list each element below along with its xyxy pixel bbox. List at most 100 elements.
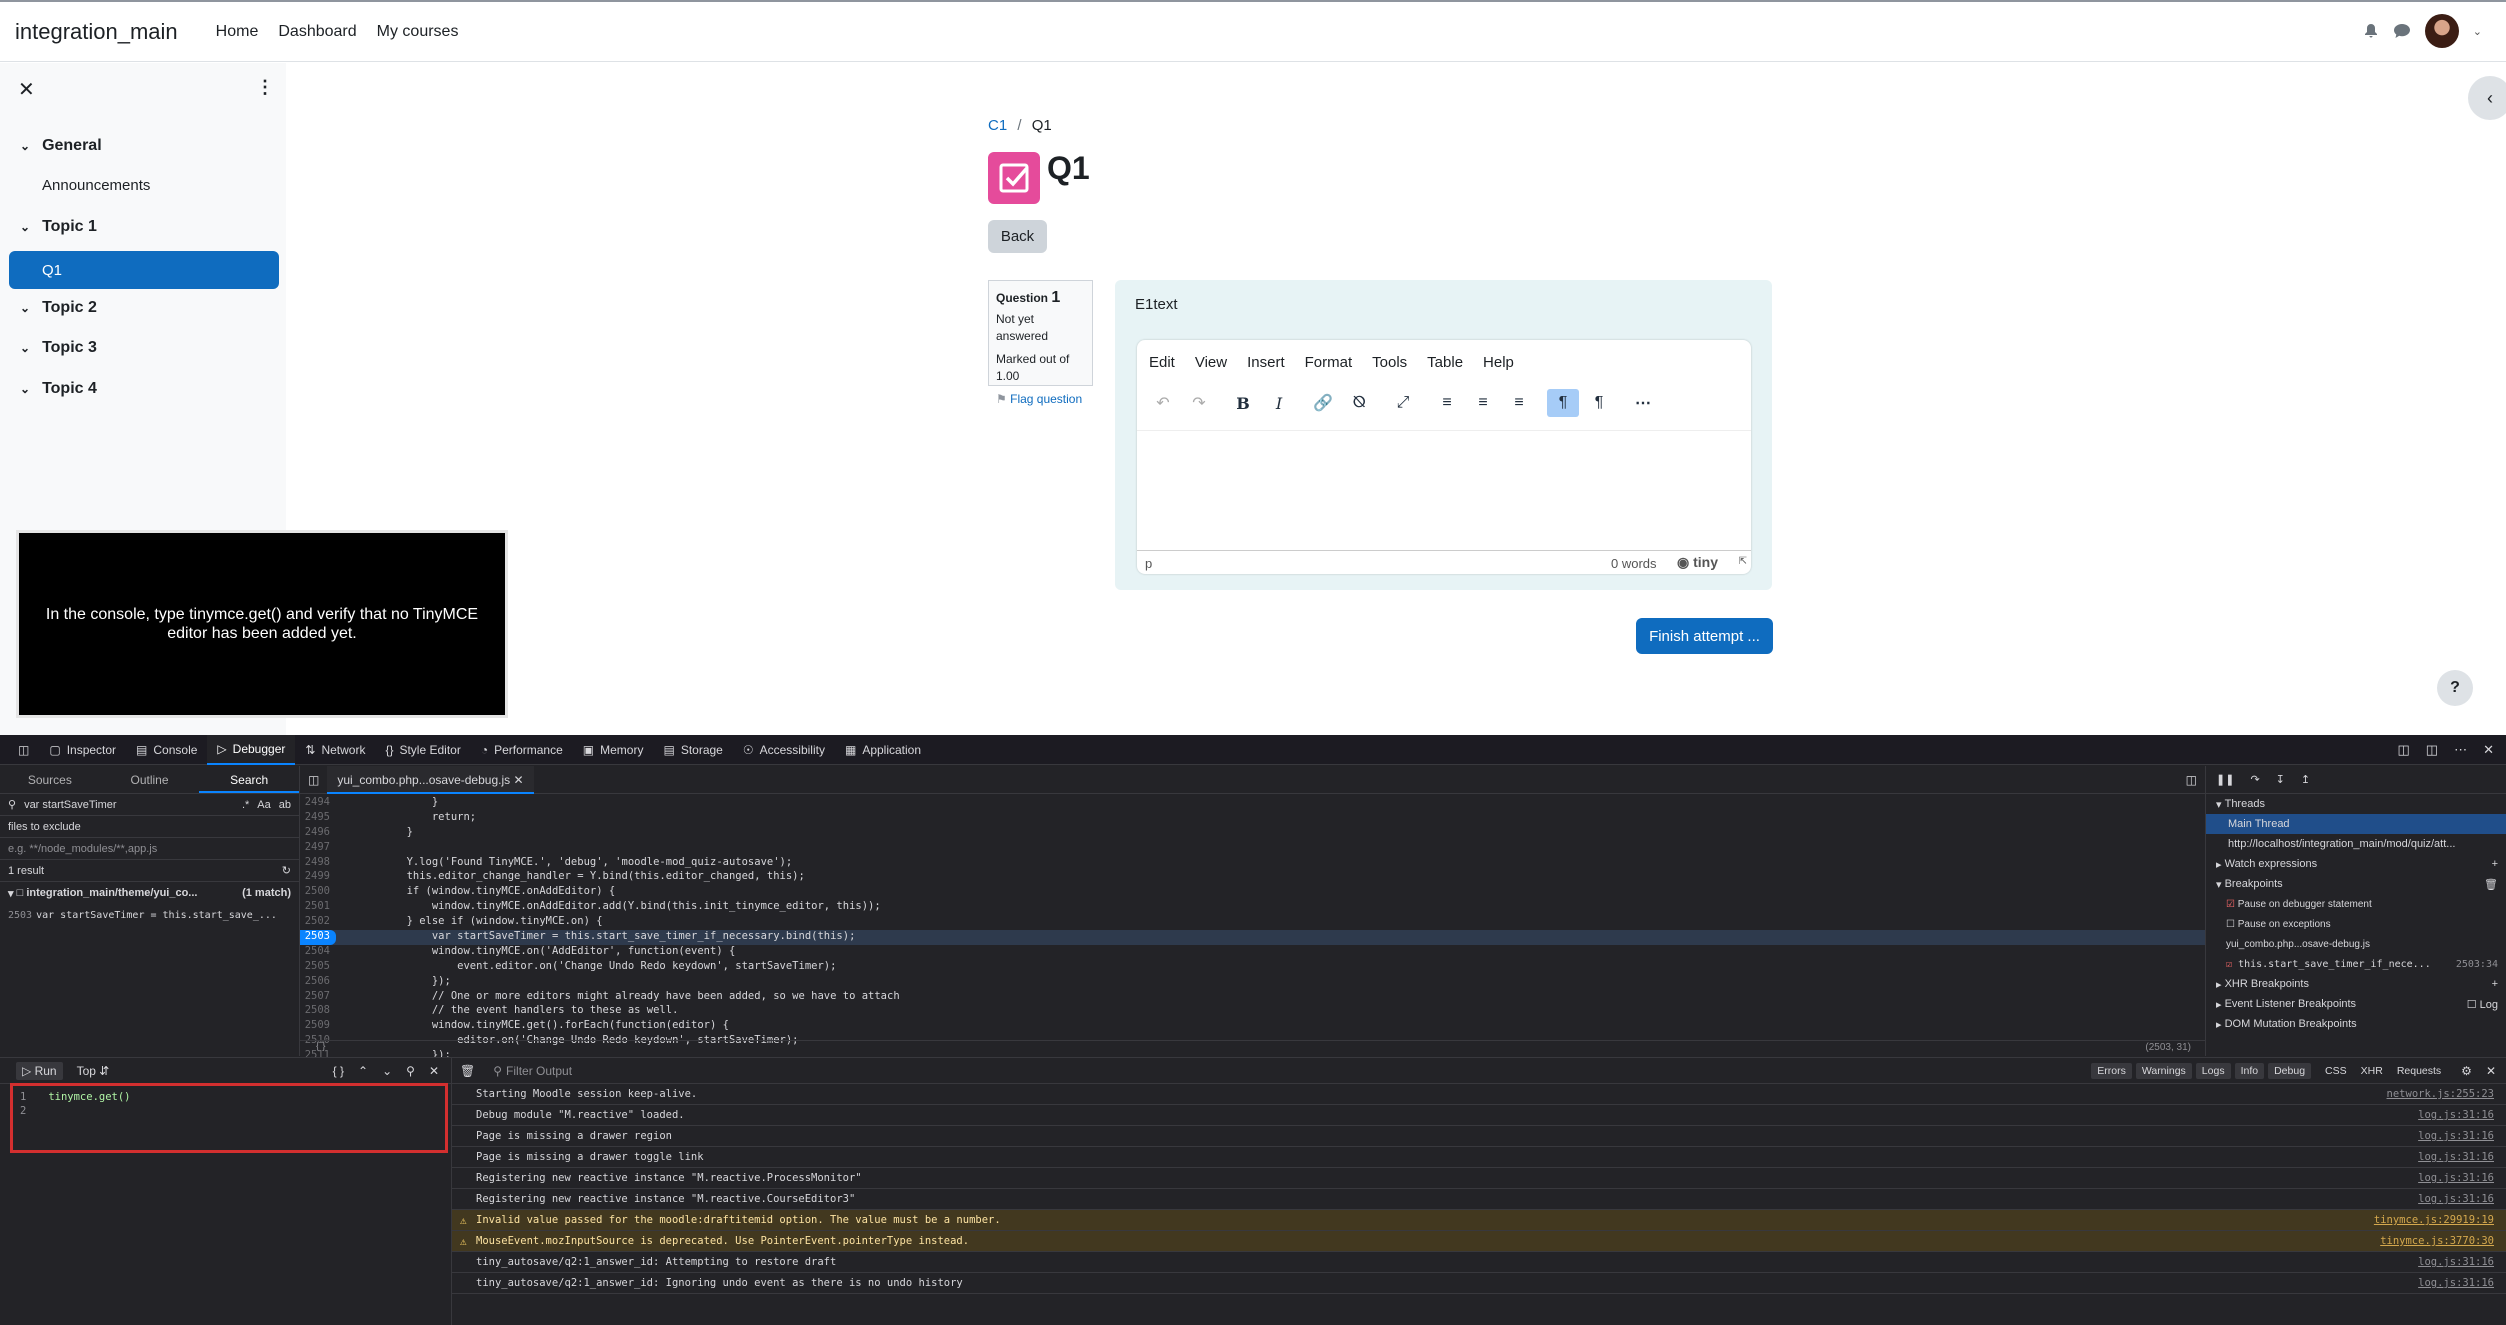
chevron-down-icon[interactable]: ⌄ [20,382,30,396]
line-number[interactable]: 2504 [300,945,336,960]
code-line[interactable]: 2500 if (window.tinyMCE.onAddEditor) { [300,885,2205,900]
line-number[interactable]: 2497 [300,841,336,856]
line-number[interactable]: 2499 [300,870,336,885]
message-source-link[interactable]: log.js:31:16 [2418,1130,2494,1142]
delete-icon[interactable]: 🗑 [2484,878,2498,891]
code-line[interactable]: 2504 window.tinyMCE.on('AddEditor', func… [300,945,2205,960]
code-line[interactable]: 2503 var startSaveTimer = this.start_sav… [300,930,2205,945]
line-number[interactable]: 2498 [300,856,336,871]
reverse-search-icon[interactable]: ⚲ [406,1064,415,1078]
settings-icon[interactable]: ⚙ [2461,1064,2472,1078]
unlink-icon[interactable]: ⦰ [1343,389,1375,417]
resize-handle-icon[interactable]: ⇱ [1739,556,1747,567]
xhr-breakpoints-header[interactable]: ▸ XHR Breakpoints + [2206,974,2506,994]
bold-icon[interactable]: B [1227,389,1259,417]
undo-icon[interactable]: ↶ [1147,389,1179,417]
menu-format[interactable]: Format [1305,354,1353,371]
dock-icon[interactable]: ◫ [2426,742,2438,758]
watch-expressions-header[interactable]: ▸ Watch expressions + [2206,854,2506,874]
section-topic-2[interactable]: ⌄ Topic 2 [20,299,97,317]
line-number[interactable]: 2500 [300,885,336,900]
menu-view[interactable]: View [1195,354,1227,371]
step-out-icon[interactable]: ↥ [2301,773,2310,786]
message-source-link[interactable]: tinymce.js:29919:19 [2374,1214,2494,1226]
ltr-icon[interactable]: ¶ [1547,389,1579,417]
filter-logs[interactable]: Logs [2195,1062,2231,1079]
tab-sources[interactable]: Sources [0,766,100,793]
message-source-link[interactable]: tinymce.js:3770:30 [2380,1235,2494,1247]
avatar[interactable] [2424,14,2459,48]
result-line[interactable]: 2503 var startSaveTimer = this.start_save… [0,904,299,926]
prettify-icon[interactable]: { } [333,1064,344,1078]
code-line[interactable]: 2501 window.tinyMCE.onAddEditor.add(Y.bi… [300,900,2205,915]
pause-on-exceptions-checkbox[interactable]: ☐ Pause on exceptions [2206,914,2506,934]
flag-question-link[interactable]: ⚑ Flag question [996,391,1085,408]
history-up-icon[interactable]: ⌃ [358,1064,368,1078]
log-checkbox[interactable]: ☐ Log [2467,998,2498,1011]
tab-storage[interactable]: ▤ Storage [653,735,732,765]
rtl-icon[interactable]: ¶ [1583,389,1615,417]
code-line[interactable]: 2495 return; [300,811,2205,826]
event-listener-breakpoints-header[interactable]: ▸ Event Listener Breakpoints ☐ Log [2206,994,2506,1014]
chevron-down-icon[interactable]: ⌄ [20,341,30,355]
line-number[interactable]: 2506 [300,975,336,990]
threads-header[interactable]: ▾ Threads [2206,794,2506,814]
menu-insert[interactable]: Insert [1247,354,1285,371]
toggle-right-pane-icon[interactable]: ◫ [2178,773,2205,787]
line-number[interactable]: 2494 [300,796,336,811]
tiny-logo[interactable]: ◉ tiny [1677,554,1718,571]
code-line[interactable]: 2502 } else if (window.tinyMCE.on) { [300,915,2205,930]
close-devtools-icon[interactable]: ✕ [2483,742,2494,758]
code-line[interactable]: 2498 Y.log('Found TinyMCE.', 'debug', 'm… [300,856,2205,871]
pause-icon[interactable]: ❚❚ [2216,773,2234,786]
site-name[interactable]: integration_main [15,19,178,45]
section-general[interactable]: ⌄ General [20,137,102,155]
step-in-icon[interactable]: ↧ [2276,773,2285,786]
line-number[interactable]: 2505 [300,960,336,975]
section-topic-1[interactable]: ⌄ Topic 1 [20,218,97,236]
tab-console[interactable]: ▤ Console [126,735,207,765]
tab-search[interactable]: Search [199,766,300,793]
nav-dashboard[interactable]: Dashboard [278,23,356,41]
tab-inspector[interactable]: ▢ Inspector [39,735,126,765]
whole-word-icon[interactable]: ab [279,799,291,811]
tab-performance[interactable]: ◔ Performance [471,735,573,765]
line-number[interactable]: 2509 [300,1019,336,1034]
finish-attempt-button[interactable]: Finish attempt ... [1636,618,1773,654]
italic-icon[interactable]: I [1263,389,1295,417]
code-line[interactable]: 2496 } [300,826,2205,841]
close-editor-icon[interactable]: ✕ [429,1064,439,1078]
message-source-link[interactable]: log.js:31:16 [2418,1151,2494,1163]
nav-home[interactable]: Home [216,23,259,41]
line-number[interactable]: 2496 [300,826,336,841]
editor-body[interactable] [1137,430,1751,548]
tab-outline[interactable]: Outline [100,766,200,793]
message-source-link[interactable]: log.js:31:16 [2418,1256,2494,1268]
section-topic-4[interactable]: ⌄ Topic 4 [20,380,97,398]
history-down-icon[interactable]: ⌄ [382,1064,392,1078]
code-line[interactable]: 2494 } [300,796,2205,811]
element-path[interactable]: p [1145,556,1152,571]
nav-my-courses[interactable]: My courses [377,23,459,41]
code-line[interactable]: 2509 window.tinyMCE.get().forEach(functi… [300,1019,2205,1034]
line-number[interactable]: 2495 [300,811,336,826]
result-file[interactable]: ▾ □ integration_main/theme/yui_co... (1 m… [0,882,299,904]
tab-application[interactable]: ▦ Application [835,735,931,765]
exclude-input[interactable]: e.g. **/node_modules/**,app.js [0,838,299,860]
breakpoints-header[interactable]: ▾ Breakpoints 🗑 [2206,874,2506,894]
run-button[interactable]: ▷ Run [16,1061,63,1080]
drawer-item-announcements[interactable]: Announcements [42,177,150,194]
chevron-down-icon[interactable]: ⌄ [2473,25,2482,38]
menu-help[interactable]: Help [1483,354,1514,371]
filter-requests[interactable]: Requests [2397,1065,2441,1077]
toggle-sidebar-icon[interactable]: ◫ [300,773,327,787]
clear-console-icon[interactable]: 🗑 [460,1064,475,1078]
code-tab[interactable]: yui_combo.php...osave-debug.js ✕ [327,765,534,794]
fullscreen-icon[interactable]: ⤢ [1387,389,1419,417]
split-console-icon[interactable]: ◫ [2398,742,2410,758]
pause-on-debugger-checkbox[interactable]: ☑ Pause on debugger statement [2206,894,2506,914]
code-line[interactable]: 2497 [300,841,2205,856]
line-number[interactable]: 2508 [300,1004,336,1019]
context-selector[interactable]: Top ⇵ [77,1064,110,1078]
line-number[interactable]: 2502 [300,915,336,930]
